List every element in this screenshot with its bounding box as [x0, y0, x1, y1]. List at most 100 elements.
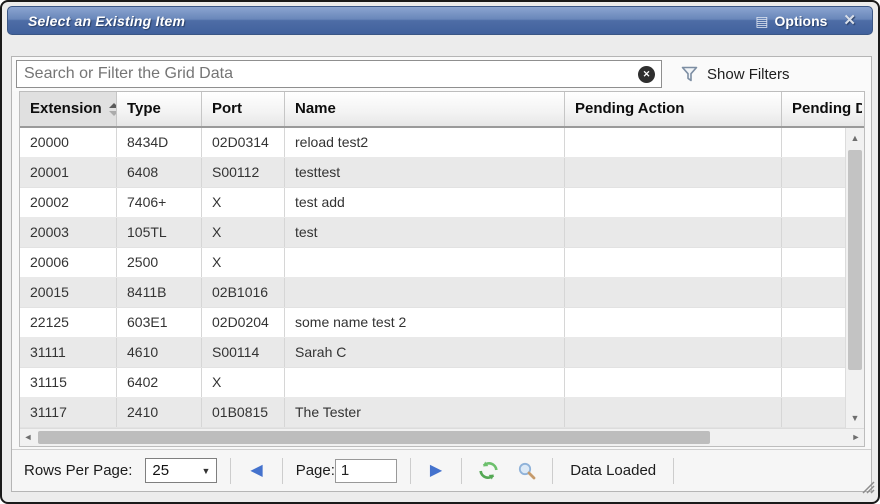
- options-button[interactable]: ▤ Options: [755, 13, 827, 29]
- table-cell: [782, 368, 845, 397]
- table-cell: S00114: [202, 338, 285, 367]
- table-cell: 20000: [20, 128, 117, 157]
- table-cell: [782, 338, 845, 367]
- column-header-name[interactable]: Name: [285, 92, 565, 126]
- column-header-label: Extension: [30, 92, 102, 126]
- table-cell: 4610: [117, 338, 202, 367]
- options-label: Options: [775, 13, 828, 29]
- column-header-label: Pending Da: [792, 92, 862, 126]
- table-cell: [285, 248, 565, 277]
- pagination-toolbar: Rows Per Page: 25 ▼ ◀ Page: ▶: [12, 449, 871, 491]
- close-icon[interactable]: ✕: [843, 13, 856, 28]
- table-cell: [565, 248, 782, 277]
- vertical-scrollbar[interactable]: ▲ ▼: [845, 128, 864, 428]
- table-row[interactable]: 20003105TLXtest: [20, 218, 845, 248]
- horizontal-scrollbar[interactable]: ◄ ►: [20, 428, 864, 446]
- table-cell: 6408: [117, 158, 202, 187]
- table-cell: [782, 158, 845, 187]
- table-cell: [782, 188, 845, 217]
- table-cell: X: [202, 218, 285, 247]
- table-cell: X: [202, 368, 285, 397]
- toolbar-divider: [282, 458, 283, 484]
- grid-body: 200008434D02D0314reload test2200016408S0…: [20, 128, 845, 428]
- clear-search-icon[interactable]: ✕: [638, 66, 655, 83]
- column-header-extension[interactable]: Extension: [20, 92, 117, 126]
- table-cell: test: [285, 218, 565, 247]
- table-cell: 20006: [20, 248, 117, 277]
- column-header-label: Port: [212, 92, 242, 126]
- prev-page-button[interactable]: ◀: [244, 463, 268, 479]
- table-row[interactable]: 200016408S00112testtest: [20, 158, 845, 188]
- column-header-pending-da[interactable]: Pending Da: [782, 92, 862, 126]
- table-cell: 7406+: [117, 188, 202, 217]
- rows-per-page-label: Rows Per Page:: [24, 462, 132, 479]
- table-cell: [782, 248, 845, 277]
- table-cell: 02D0204: [202, 308, 285, 337]
- table-cell: S00112: [202, 158, 285, 187]
- table-row[interactable]: 200062500X: [20, 248, 845, 278]
- page-label: Page:: [296, 462, 335, 479]
- filter-funnel-icon: [678, 65, 701, 83]
- table-row[interactable]: 200158411B02B1016: [20, 278, 845, 308]
- table-cell: [565, 398, 782, 427]
- dialog-content: ✕ Show Filters ExtensionTypePortNamePend…: [11, 56, 872, 492]
- table-cell: Sarah C: [285, 338, 565, 367]
- table-cell: 8434D: [117, 128, 202, 157]
- table-cell: 01B0815: [202, 398, 285, 427]
- table-cell: [565, 158, 782, 187]
- table-cell: test add: [285, 188, 565, 217]
- next-page-button[interactable]: ▶: [424, 463, 448, 479]
- table-row[interactable]: 200027406+Xtest add: [20, 188, 845, 218]
- table-cell: [782, 278, 845, 307]
- table-cell: 22125: [20, 308, 117, 337]
- table-cell: [782, 398, 845, 427]
- table-row[interactable]: 22125603E102D0204some name test 2: [20, 308, 845, 338]
- table-cell: 20001: [20, 158, 117, 187]
- table-cell: 20002: [20, 188, 117, 217]
- vertical-scroll-thumb[interactable]: [848, 150, 862, 370]
- table-cell: 31115: [20, 368, 117, 397]
- table-cell: 20015: [20, 278, 117, 307]
- table-cell: testtest: [285, 158, 565, 187]
- show-filters-button[interactable]: Show Filters: [678, 57, 790, 91]
- scroll-right-icon[interactable]: ►: [848, 429, 864, 446]
- table-row[interactable]: 200008434D02D0314reload test2: [20, 128, 845, 158]
- table-row[interactable]: 311114610S00114Sarah C: [20, 338, 845, 368]
- column-header-type[interactable]: Type: [117, 92, 202, 126]
- scroll-down-icon[interactable]: ▼: [846, 410, 864, 426]
- table-cell: [782, 308, 845, 337]
- refresh-icon[interactable]: [475, 460, 502, 481]
- column-header-pending-action[interactable]: Pending Action: [565, 92, 782, 126]
- page-input[interactable]: [335, 459, 397, 483]
- table-cell: 8411B: [117, 278, 202, 307]
- table-cell: 31117: [20, 398, 117, 427]
- grid-header: Extension Type Port NamePending Action Pendi…: [20, 92, 864, 128]
- table-cell: some name test 2: [285, 308, 565, 337]
- scroll-up-icon[interactable]: ▲: [846, 130, 864, 146]
- search-row: ✕ Show Filters: [12, 57, 871, 91]
- show-filters-label: Show Filters: [707, 66, 790, 83]
- table-cell: [565, 218, 782, 247]
- table-cell: 02B1016: [202, 278, 285, 307]
- column-header-port[interactable]: Port: [202, 92, 285, 126]
- table-cell: [565, 278, 782, 307]
- horizontal-scroll-thumb[interactable]: [38, 431, 710, 444]
- select-existing-item-dialog: Select an Existing Item ▤ Options ✕ ✕ Sh…: [0, 0, 880, 504]
- dialog-titlebar[interactable]: Select an Existing Item ▤ Options ✕: [7, 6, 873, 35]
- resize-grip[interactable]: [859, 478, 875, 499]
- table-cell: [285, 278, 565, 307]
- table-row[interactable]: 311156402X: [20, 368, 845, 398]
- search-icon[interactable]: [515, 461, 539, 481]
- search-input[interactable]: [16, 60, 662, 88]
- toolbar-divider: [410, 458, 411, 484]
- scroll-left-icon[interactable]: ◄: [20, 429, 36, 446]
- table-cell: X: [202, 248, 285, 277]
- table-row[interactable]: 31117241001B0815The Tester: [20, 398, 845, 428]
- table-cell: [782, 218, 845, 247]
- table-cell: 2410: [117, 398, 202, 427]
- table-cell: 31111: [20, 338, 117, 367]
- table-cell: [565, 308, 782, 337]
- rows-per-page-select[interactable]: 25 ▼: [145, 458, 217, 483]
- status-text: Data Loaded: [566, 462, 660, 479]
- table-cell: [565, 128, 782, 157]
